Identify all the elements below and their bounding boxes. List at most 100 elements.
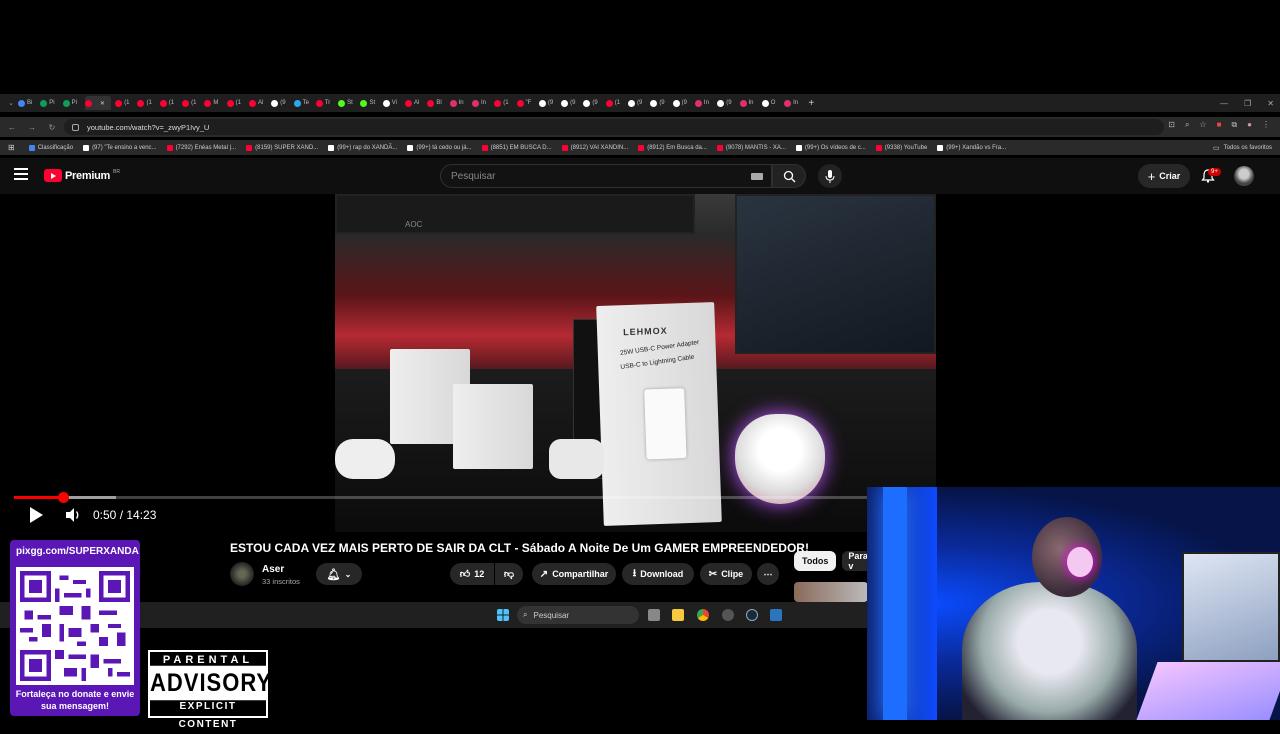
search-input[interactable]: Pesquisar — [440, 164, 772, 188]
browser-tab[interactable]: (9 — [538, 96, 557, 110]
apps-grid-icon[interactable]: ⊞ — [8, 143, 15, 152]
bookmark-item[interactable]: (97) "Te ensino a venc... — [83, 144, 157, 151]
bookmark-item[interactable]: (8851) EM BUSCA D... — [481, 144, 552, 151]
download-button[interactable]: ⭳ Download — [622, 563, 694, 585]
browser-tab[interactable]: Tr — [315, 96, 334, 110]
forward-icon[interactable]: → — [22, 123, 42, 132]
browser-tab[interactable]: (1 — [182, 96, 200, 110]
video-progress-bar[interactable] — [14, 492, 867, 503]
all-bookmarks[interactable]: ▭ Todos os favoritos — [1213, 140, 1272, 155]
bookmark-item[interactable]: (8912) Em Busca da... — [638, 144, 707, 151]
extensions-puzzle-icon[interactable]: ⧉ — [1231, 120, 1237, 130]
browser-tab[interactable]: Al — [248, 96, 267, 110]
browser-tab[interactable]: (9 — [583, 96, 601, 110]
browser-tab[interactable]: (9 — [650, 96, 668, 110]
browser-tab[interactable]: M — [204, 96, 222, 110]
new-tab-button[interactable]: + — [808, 98, 814, 109]
browser-tab[interactable]: In — [784, 96, 802, 110]
browser-tab[interactable]: (9 — [561, 96, 579, 110]
chrome-icon[interactable] — [697, 609, 709, 621]
close-tab-icon[interactable]: ✕ — [100, 100, 105, 107]
browser-tab[interactable]: In — [471, 96, 490, 110]
close-window-icon[interactable]: ✕ — [1267, 99, 1274, 108]
channel-name[interactable]: Aser — [262, 564, 284, 575]
play-icon[interactable] — [28, 506, 44, 524]
windows-start-icon[interactable] — [497, 609, 509, 621]
file-explorer-icon[interactable] — [672, 609, 684, 621]
browser-tab[interactable]: (9 — [628, 96, 646, 110]
extension-icon-red[interactable]: ■ — [1217, 120, 1222, 130]
volume-icon[interactable] — [64, 506, 82, 524]
channel-avatar[interactable] — [230, 562, 254, 586]
account-avatar[interactable] — [1234, 166, 1254, 186]
task-view-icon[interactable] — [648, 609, 660, 621]
profile-icon[interactable]: ● — [1247, 120, 1252, 130]
youtube-logo[interactable]: Premium BR — [44, 169, 120, 182]
browser-tab[interactable]: O — [761, 96, 780, 110]
bookmark-item[interactable]: (8912) VAI XANDIN... — [561, 144, 628, 151]
dislike-button[interactable]: 👎︎ — [495, 563, 523, 585]
obs-icon[interactable] — [770, 609, 782, 621]
browser-tab[interactable]: ✕ — [84, 96, 111, 110]
bookmark-item[interactable]: (8159) SUPER XAND... — [246, 144, 318, 151]
back-icon[interactable]: ← — [2, 123, 22, 132]
browser-tab[interactable]: St — [360, 96, 378, 110]
browser-tab[interactable]: Bi — [18, 96, 36, 110]
browser-tab[interactable]: (1 — [605, 96, 624, 110]
recommended-video-thumbnail[interactable] — [794, 582, 868, 602]
clip-button[interactable]: ✂ Clipe — [700, 563, 752, 585]
browser-tab[interactable]: (1 — [226, 96, 245, 110]
hamburger-menu-icon[interactable] — [14, 168, 28, 180]
bookmark-item[interactable]: (99+) tá cedo ou já... — [407, 144, 472, 151]
search-button[interactable] — [772, 164, 806, 188]
share-button[interactable]: ↗ Compartilhar — [532, 563, 616, 585]
browser-tab[interactable]: Vi — [382, 96, 401, 110]
minimize-icon[interactable]: — — [1220, 99, 1228, 108]
browser-tab[interactable]: (1 — [115, 96, 133, 110]
browser-tab[interactable]: Pi — [40, 96, 58, 110]
browser-tab[interactable]: (9 — [717, 96, 735, 110]
bookmark-item[interactable]: (99+) rap do XANDÃ... — [328, 144, 397, 151]
bookmark-item[interactable]: (7292) Enéas Metal |... — [166, 144, 236, 151]
site-info-icon[interactable] — [72, 123, 79, 131]
browser-tab[interactable]: In — [694, 96, 713, 110]
keyboard-icon[interactable] — [751, 173, 763, 180]
browser-tab[interactable]: In — [739, 96, 758, 110]
browser-tab[interactable]: Te — [293, 96, 312, 110]
url-bar[interactable]: youtube.com/watch?v=_zwyP1Ivy_U — [64, 119, 1164, 135]
steam-icon[interactable] — [746, 609, 758, 621]
browser-tab[interactable]: (1 — [137, 96, 155, 110]
subscription-bell-button[interactable]: 🔔︎ ⌄ — [316, 563, 362, 585]
reload-icon[interactable]: ↻ — [42, 123, 62, 132]
video-player[interactable]: AOC LEHMOX 25W USB-C Power Adapter USB-C… — [335, 194, 936, 532]
browser-menu-icon[interactable]: ⋮ — [1262, 120, 1270, 130]
browser-tab[interactable]: (1 — [159, 96, 178, 110]
bookmark-item[interactable]: (99+) Xandão vs Fra... — [937, 144, 1006, 151]
more-actions-button[interactable]: ⋯ — [757, 563, 779, 585]
browser-tab[interactable]: (1 — [494, 96, 512, 110]
browser-tab[interactable]: Pi — [62, 96, 81, 110]
progress-scrubber[interactable] — [57, 492, 69, 503]
bookmark-item[interactable]: Classificação — [28, 144, 73, 151]
browser-tab[interactable]: St — [338, 96, 356, 110]
bookmark-item[interactable]: (99+) Os vídeos de c... — [795, 144, 866, 151]
restore-icon[interactable]: ❐ — [1244, 99, 1251, 108]
bookmark-item[interactable]: (9078) MANTIS - XA... — [716, 144, 786, 151]
taskbar-search[interactable]: ⌕ Pesquisar — [517, 606, 639, 624]
browser-tab[interactable]: In — [449, 96, 468, 110]
like-button[interactable]: 👍︎ 12 — [450, 563, 494, 585]
browser-tab[interactable]: (9 — [271, 96, 289, 110]
bookmark-item[interactable]: (9338) YouTube — [875, 144, 927, 151]
browser-tab[interactable]: "F — [516, 96, 535, 110]
voice-search-button[interactable] — [818, 164, 842, 188]
browser-tab[interactable]: (9 — [672, 96, 691, 110]
install-icon[interactable]: ⊡ — [1168, 120, 1175, 130]
browser-tab[interactable]: Bl — [427, 96, 445, 110]
filter-chip-all[interactable]: Todos — [794, 551, 837, 571]
bookmark-star-icon[interactable]: ☆ — [1199, 120, 1206, 130]
tab-search-icon[interactable]: ⌄ — [4, 99, 18, 107]
create-button[interactable]: + Criar — [1138, 164, 1190, 188]
browser-tab[interactable]: Al — [405, 96, 423, 110]
app-icon[interactable] — [722, 609, 734, 621]
zoom-icon[interactable]: ⌕ — [1185, 120, 1189, 130]
